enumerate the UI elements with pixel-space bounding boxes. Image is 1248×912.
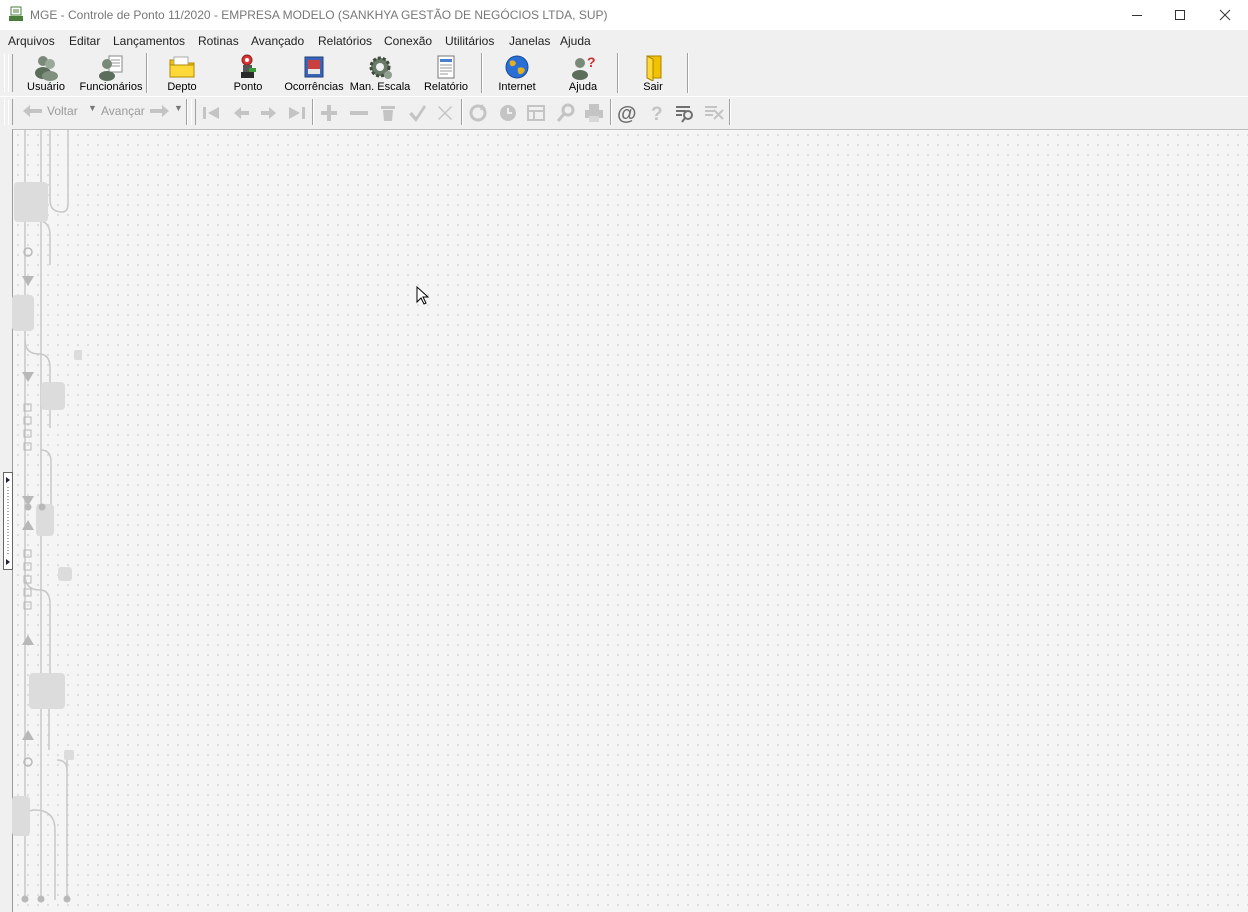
toolbar-label: Relatório xyxy=(423,81,469,93)
forward-arrow-icon xyxy=(149,105,169,117)
toolbar-usuario-button[interactable]: Usuário xyxy=(16,51,76,95)
app-icon[interactable] xyxy=(8,6,24,22)
back-arrow-icon xyxy=(23,105,42,117)
title-bar: MGE - Controle de Ponto 11/2020 - EMPRES… xyxy=(0,0,1248,30)
forward-dropdown-icon[interactable]: ▼ xyxy=(174,103,183,113)
add-icon[interactable] xyxy=(318,102,340,124)
back-button[interactable]: Voltar xyxy=(22,104,78,118)
toolbar-relatorio-button[interactable]: Relatório xyxy=(416,51,476,95)
toolbar-separator xyxy=(312,99,314,125)
toolbar-label: Funcionários xyxy=(79,81,143,93)
employees-icon xyxy=(99,55,123,81)
menu-rotinas[interactable]: Rotinas xyxy=(198,34,239,48)
clock-icon[interactable] xyxy=(497,102,519,124)
forward-button[interactable]: Avançar xyxy=(101,104,170,118)
confirm-icon[interactable] xyxy=(406,102,428,124)
remove-icon[interactable] xyxy=(348,102,370,124)
maximize-button[interactable] xyxy=(1157,0,1203,30)
menu-bar: Arquivos Editar Lançamentos Rotinas Avan… xyxy=(0,30,1248,51)
toolbar-grip xyxy=(191,99,196,125)
clear-filter-icon[interactable] xyxy=(703,102,725,124)
menu-utilitarios[interactable]: Utilitários xyxy=(445,34,494,48)
mouse-cursor-icon xyxy=(416,286,430,305)
previous-record-icon[interactable] xyxy=(230,102,252,124)
toolbar-funcionarios-button[interactable]: Funcionários xyxy=(78,51,144,95)
toolbar-grip[interactable] xyxy=(8,99,13,125)
collapsed-side-panel-tab[interactable] xyxy=(3,472,13,570)
toolbar-separator xyxy=(729,99,731,125)
workspace-area[interactable] xyxy=(12,129,1248,912)
gear-icon xyxy=(369,56,392,79)
toolbar-ocorrencias-button[interactable]: Ocorrências xyxy=(282,51,346,95)
refresh-icon[interactable] xyxy=(467,102,489,124)
back-dropdown-icon[interactable]: ▼ xyxy=(88,103,97,113)
users-icon xyxy=(35,56,58,81)
menu-conexao[interactable]: Conexão xyxy=(384,34,432,48)
toolbar-internet-button[interactable]: Internet xyxy=(488,51,546,95)
close-button[interactable] xyxy=(1202,0,1248,30)
forward-label: Avançar xyxy=(101,104,145,118)
toolbar-separator xyxy=(610,99,612,125)
main-toolbar: Usuário Funcionários Depto Ponto Ocorrên… xyxy=(0,51,1248,95)
svg-text:?: ? xyxy=(651,104,663,124)
globe-icon xyxy=(505,55,529,79)
email-icon[interactable]: @ xyxy=(616,102,638,124)
toolbar-separator xyxy=(146,53,148,93)
menu-ajuda[interactable]: Ajuda xyxy=(560,34,591,48)
toolbar-depto-button[interactable]: Depto xyxy=(152,51,212,95)
window-title: MGE - Controle de Ponto 11/2020 - EMPRES… xyxy=(30,8,608,22)
occurrences-icon xyxy=(304,56,324,78)
toolbar-label: Ponto xyxy=(233,81,263,93)
minimize-button[interactable] xyxy=(1114,0,1160,30)
svg-text:?: ? xyxy=(587,54,596,70)
report-icon xyxy=(437,55,455,79)
toolbar-grip[interactable] xyxy=(8,54,13,92)
filter-icon[interactable] xyxy=(674,102,696,124)
help-user-icon: ? xyxy=(572,54,596,80)
print-icon[interactable] xyxy=(583,102,605,124)
toolbar-label: Sair xyxy=(643,81,663,93)
toolbar-ajuda-button[interactable]: ? Ajuda xyxy=(554,51,612,95)
svg-text:@: @ xyxy=(617,103,637,124)
last-record-icon[interactable] xyxy=(286,102,308,124)
expand-arrow-icon xyxy=(6,477,10,565)
navigation-toolbar: Voltar ▼ Avançar ▼ @ ? xyxy=(0,96,1248,128)
toolbar-man-escala-button[interactable]: Man. Escala xyxy=(348,51,412,95)
exit-door-icon xyxy=(646,55,662,81)
toolbar-separator xyxy=(461,99,463,125)
workspace-decoration xyxy=(12,130,82,903)
minimize-icon xyxy=(1132,15,1142,16)
menu-lancamentos[interactable]: Lançamentos xyxy=(113,34,185,48)
toolbar-label: Internet xyxy=(498,81,536,93)
next-record-icon[interactable] xyxy=(258,102,280,124)
grid-icon[interactable] xyxy=(525,102,547,124)
menu-avancado[interactable]: Avançado xyxy=(251,34,304,48)
search-icon[interactable] xyxy=(555,102,577,124)
toolbar-separator xyxy=(687,53,689,93)
help-icon[interactable]: ? xyxy=(646,102,668,124)
menu-editar[interactable]: Editar xyxy=(69,34,100,48)
toolbar-label: Depto xyxy=(167,81,197,93)
toolbar-ponto-button[interactable]: Ponto xyxy=(218,51,278,95)
cancel-icon[interactable] xyxy=(434,102,456,124)
timeclock-icon xyxy=(241,54,256,78)
toolbar-label: Man. Escala xyxy=(349,81,411,93)
toolbar-label: Usuário xyxy=(27,81,65,93)
toolbar-separator xyxy=(481,53,483,93)
toolbar-separator xyxy=(617,53,619,93)
toolbar-label: Ocorrências xyxy=(284,81,344,93)
close-icon xyxy=(1219,9,1231,21)
folder-icon xyxy=(169,56,195,78)
toolbar-label: Ajuda xyxy=(568,81,598,93)
maximize-icon xyxy=(1175,10,1185,20)
toolbar-separator xyxy=(186,99,188,125)
delete-icon[interactable] xyxy=(377,102,399,124)
menu-relatorios[interactable]: Relatórios xyxy=(318,34,372,48)
back-label: Voltar xyxy=(47,104,78,118)
menu-janelas[interactable]: Janelas xyxy=(509,34,550,48)
menu-arquivos[interactable]: Arquivos xyxy=(8,34,55,48)
first-record-icon[interactable] xyxy=(200,102,222,124)
toolbar-sair-button[interactable]: Sair xyxy=(624,51,682,95)
